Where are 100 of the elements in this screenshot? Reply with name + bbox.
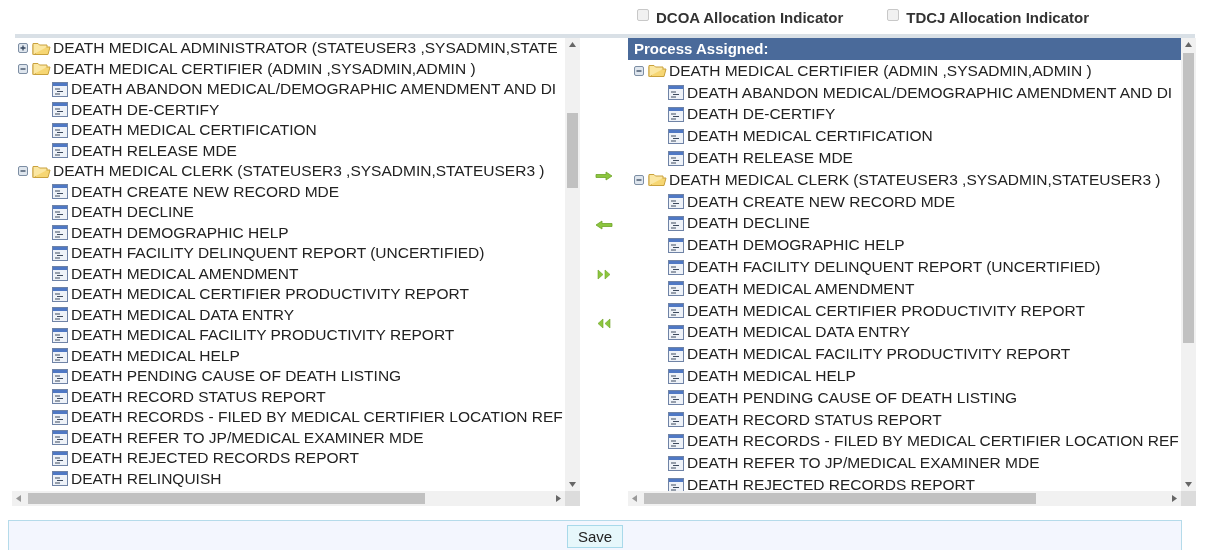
- tree-group[interactable]: DEATH MEDICAL CERTIFIER (ADMIN ,SYSADMIN,ADMIN ): [669, 61, 1092, 80]
- tree-item[interactable]: DEATH DEMOGRAPHIC HELP: [71, 223, 289, 242]
- scroll-down-icon[interactable]: [569, 482, 576, 487]
- vertical-scrollbar[interactable]: [1181, 38, 1196, 491]
- scroll-up-icon[interactable]: [1185, 42, 1192, 47]
- page-icon: [668, 259, 684, 275]
- tree-item[interactable]: DEATH RECORD STATUS REPORT: [71, 387, 326, 406]
- tree-item[interactable]: DEATH FACILITY DELINQUENT REPORT (UNCERTIFIED): [71, 244, 485, 263]
- page-icon: [52, 430, 68, 446]
- scrollbar-thumb[interactable]: [1183, 53, 1194, 343]
- collapse-icon[interactable]: [634, 174, 644, 185]
- tree-item[interactable]: DEATH MEDICAL CERTIFICATION: [687, 127, 933, 146]
- tree-item[interactable]: DEATH MEDICAL DATA ENTRY: [71, 305, 295, 324]
- page-icon: [52, 286, 68, 302]
- tree-item[interactable]: DEATH ABANDON MEDICAL/DEMOGRAPHIC AMENDMENT AND DI: [687, 83, 1173, 102]
- tree-item[interactable]: DEATH MEDICAL FACILITY PRODUCTIVITY REPORT: [71, 326, 455, 345]
- move-all-right-button[interactable]: [595, 266, 613, 282]
- page-icon: [52, 81, 68, 97]
- tree-item[interactable]: DEATH DE-CERTIFY: [687, 105, 836, 124]
- tree-item[interactable]: DEATH DE-CERTIFY: [71, 100, 220, 119]
- page-icon: [52, 471, 68, 487]
- move-all-left-button[interactable]: [595, 315, 613, 331]
- page-icon: [52, 450, 68, 466]
- tree-item[interactable]: DEATH REJECTED RECORDS REPORT: [71, 449, 359, 468]
- expand-icon[interactable]: [18, 43, 28, 54]
- tree-item[interactable]: DEATH DECLINE: [687, 214, 810, 233]
- page-icon: [668, 477, 684, 491]
- collapse-icon[interactable]: [634, 65, 644, 76]
- tree-item[interactable]: DEATH MEDICAL CERTIFIER PRODUCTIVITY REPORT: [71, 285, 469, 304]
- tree-item[interactable]: DEATH MEDICAL FACILITY PRODUCTIVITY REPORT: [687, 345, 1071, 364]
- tree-item[interactable]: DEATH CREATE NEW RECORD MDE: [71, 182, 340, 201]
- collapse-icon[interactable]: [18, 166, 28, 177]
- tree-item[interactable]: DEATH MEDICAL HELP: [71, 346, 240, 365]
- tree-group[interactable]: DEATH MEDICAL CLERK (STATEUSER3 ,SYSADMIN,STATEUSER3 ): [53, 162, 545, 181]
- checkbox[interactable]: [887, 9, 900, 21]
- tree-item[interactable]: DEATH MEDICAL AMENDMENT: [687, 279, 915, 298]
- tree-item[interactable]: DEATH MEDICAL CERTIFIER PRODUCTIVITY REPORT: [687, 301, 1085, 320]
- tree-item[interactable]: DEATH PENDING CAUSE OF DEATH LISTING: [687, 388, 1018, 407]
- scroll-right-icon[interactable]: [556, 495, 561, 502]
- checkbox[interactable]: [637, 9, 649, 21]
- scroll-left-icon[interactable]: [632, 495, 637, 502]
- page-icon: [52, 184, 68, 200]
- page-icon: [668, 433, 684, 449]
- page-icon: [668, 303, 684, 319]
- scrollbar-corner: [565, 491, 580, 506]
- double-arrow-right-icon: [597, 268, 611, 280]
- tree-item[interactable]: DEATH RECORDS - FILED BY MEDICAL CERTIFIER LOCATION REF: [687, 432, 1179, 451]
- horizontal-scrollbar[interactable]: [628, 491, 1181, 506]
- page-icon: [52, 348, 68, 364]
- tree-item[interactable]: DEATH DECLINE: [71, 203, 194, 222]
- horizontal-scrollbar[interactable]: [12, 491, 565, 506]
- scroll-down-icon[interactable]: [1185, 482, 1192, 487]
- tree-item[interactable]: DEATH CREATE NEW RECORD MDE: [687, 192, 956, 211]
- page-icon: [52, 245, 68, 261]
- page-icon: [52, 266, 68, 282]
- page-icon: [52, 143, 68, 159]
- tree-item[interactable]: DEATH REJECTED RECORDS REPORT: [687, 476, 975, 491]
- move-left-button[interactable]: [595, 217, 613, 233]
- scrollbar-thumb[interactable]: [644, 493, 1036, 504]
- tree-group[interactable]: DEATH MEDICAL CLERK (STATEUSER3 ,SYSADMIN,STATEUSER3 ): [669, 170, 1161, 189]
- tree-group[interactable]: DEATH MEDICAL CERTIFIER (ADMIN ,SYSADMIN,ADMIN ): [53, 59, 476, 78]
- tree-item[interactable]: DEATH MEDICAL HELP: [687, 367, 856, 386]
- folder-icon: [32, 163, 51, 179]
- page-icon: [668, 215, 684, 231]
- tree-item[interactable]: DEATH DEMOGRAPHIC HELP: [687, 236, 905, 255]
- tree-item[interactable]: DEATH RELEASE MDE: [687, 149, 853, 168]
- tree-item[interactable]: DEATH RECORDS - FILED BY MEDICAL CERTIFIER LOCATION REF: [71, 408, 563, 427]
- tree-item[interactable]: DEATH MEDICAL AMENDMENT: [71, 264, 299, 283]
- page-icon: [52, 368, 68, 384]
- tree-item[interactable]: DEATH FACILITY DELINQUENT REPORT (UNCERTIFIED): [687, 258, 1101, 277]
- tree-item[interactable]: DEATH RELEASE MDE: [71, 141, 237, 160]
- move-right-button[interactable]: [595, 168, 613, 184]
- page-icon: [668, 128, 684, 144]
- collapse-icon[interactable]: [18, 63, 28, 74]
- save-button[interactable]: Save: [566, 524, 624, 548]
- scrollbar-thumb[interactable]: [28, 493, 425, 504]
- page-icon: [668, 390, 684, 406]
- double-arrow-left-icon: [597, 317, 611, 329]
- tree-item[interactable]: DEATH ABANDON MEDICAL/DEMOGRAPHIC AMENDMENT AND DI: [71, 80, 557, 99]
- vertical-scrollbar[interactable]: [565, 38, 580, 491]
- page-icon: [668, 85, 684, 101]
- page-icon: [668, 412, 684, 428]
- tree-item[interactable]: DEATH REFER TO JP/MEDICAL EXAMINER MDE: [687, 454, 1040, 473]
- page-icon: [52, 102, 68, 118]
- scroll-right-icon[interactable]: [1172, 495, 1177, 502]
- tree-item[interactable]: DEATH MEDICAL DATA ENTRY: [687, 323, 911, 342]
- scroll-up-icon[interactable]: [569, 42, 576, 47]
- tree-item[interactable]: DEATH RELINQUISH: [71, 469, 222, 488]
- scrollbar-corner: [1181, 491, 1196, 506]
- page-icon: [668, 194, 684, 210]
- tree-group[interactable]: DEATH MEDICAL ADMINISTRATOR (STATEUSER3 ,SYSADMIN,STATE: [53, 39, 558, 58]
- tree-item[interactable]: DEATH MEDICAL CERTIFICATION: [71, 121, 317, 140]
- scroll-left-icon[interactable]: [16, 495, 21, 502]
- tree-item[interactable]: DEATH REFER TO JP/MEDICAL EXAMINER MDE: [71, 428, 424, 447]
- page-icon: [52, 122, 68, 138]
- right-arrow-icon: [595, 171, 613, 181]
- tree-item[interactable]: DEATH RECORD STATUS REPORT: [687, 410, 942, 429]
- scrollbar-thumb[interactable]: [567, 113, 578, 188]
- tree-item[interactable]: DEATH PENDING CAUSE OF DEATH LISTING: [71, 367, 402, 386]
- page-icon: [52, 327, 68, 343]
